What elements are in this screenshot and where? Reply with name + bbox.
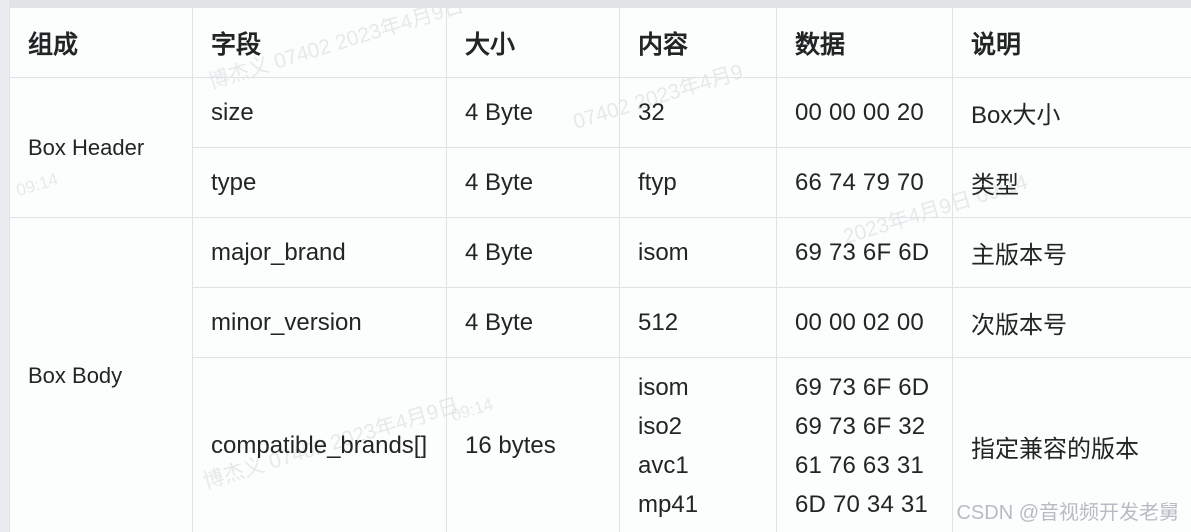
cell-description: 次版本号 [952, 287, 1191, 358]
cell-content: isom [619, 217, 777, 288]
content-line: mp41 [638, 491, 699, 518]
column-header-size: 大小 [446, 7, 620, 78]
content-line: iso2 [638, 413, 683, 440]
column-header-composition: 组成 [9, 7, 193, 78]
group-cell-box-header: Box Header [9, 77, 193, 218]
cell-data: 00 00 00 20 [776, 77, 953, 148]
cell-size: 16 bytes [446, 357, 620, 532]
table-row: Box Body major_brand 4 Byte isom 69 73 6… [9, 217, 1191, 532]
content-line: avc1 [638, 452, 689, 479]
top-strip [0, 0, 1191, 7]
csdn-watermark: CSDN @音视频开发老舅 [956, 502, 1179, 524]
table-row: Box Header size 4 Byte 32 00 00 00 20 Bo… [9, 77, 1191, 218]
cell-field: type [192, 147, 447, 218]
cell-data: 00 00 02 00 [776, 287, 953, 358]
left-gutter [0, 0, 9, 532]
cell-size: 4 Byte [446, 147, 620, 218]
cell-size: 4 Byte [446, 217, 620, 288]
screenshot-root: 博杰义 07402 2023年4月9日 2023年4月9日 09:14 博杰义 … [0, 0, 1191, 532]
column-header-field: 字段 [192, 7, 447, 78]
cell-content: ftyp [619, 147, 777, 218]
cell-data-multiline: 69 73 6F 6D 69 73 6F 32 61 76 63 31 6D 7… [776, 357, 953, 532]
column-header-content: 内容 [619, 7, 777, 78]
cell-content-multiline: isom iso2 avc1 mp41 [619, 357, 777, 532]
table-container: 博杰义 07402 2023年4月9日 2023年4月9日 09:14 博杰义 … [9, 7, 1191, 532]
table-body: Box Header size 4 Byte 32 00 00 00 20 Bo… [9, 77, 1191, 532]
column-header-description: 说明 [952, 7, 1191, 78]
cell-description: Box大小 [952, 77, 1191, 148]
group-cell-box-body: Box Body [9, 217, 193, 532]
cell-field: size [192, 77, 447, 148]
table-header-row: 组成 字段 大小 内容 数据 说明 [9, 7, 1191, 78]
data-line: 69 73 6F 32 [795, 413, 926, 440]
data-line: 69 73 6F 6D [795, 374, 930, 401]
cell-data: 66 74 79 70 [776, 147, 953, 218]
cell-field: minor_version [192, 287, 447, 358]
cell-content: 512 [619, 287, 777, 358]
cell-field: major_brand [192, 217, 447, 288]
cell-size: 4 Byte [446, 287, 620, 358]
table-header: 组成 字段 大小 内容 数据 说明 [9, 7, 1191, 78]
data-line: 6D 70 34 31 [795, 491, 928, 518]
cell-field: compatible_brands[] [192, 357, 447, 532]
cell-size: 4 Byte [446, 77, 620, 148]
mp4-ftyp-structure-table: 组成 字段 大小 内容 数据 说明 Box Header size 4 Byte… [9, 7, 1191, 532]
cell-description: 类型 [952, 147, 1191, 218]
column-header-data: 数据 [776, 7, 953, 78]
cell-data: 69 73 6F 6D [776, 217, 953, 288]
cell-content: 32 [619, 77, 777, 148]
cell-description: 主版本号 [952, 217, 1191, 288]
data-line: 61 76 63 31 [795, 452, 924, 479]
content-line: isom [638, 374, 689, 401]
